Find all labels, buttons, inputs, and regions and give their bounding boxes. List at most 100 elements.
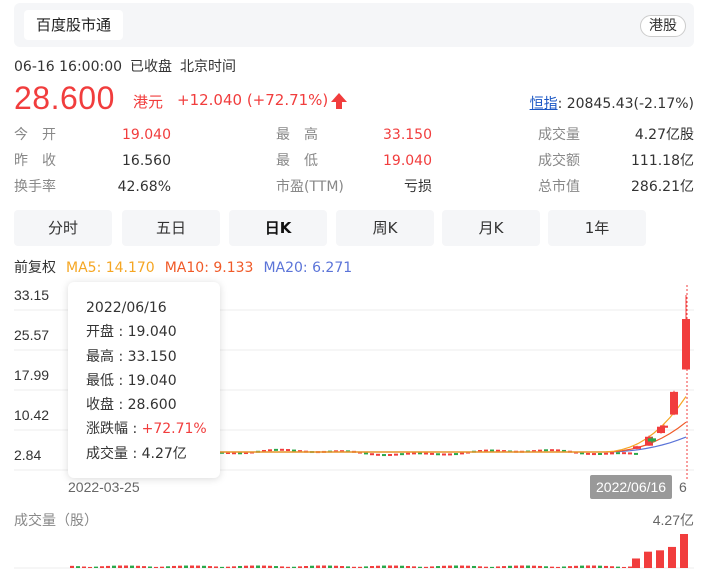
- stat-value: 33.150: [383, 127, 432, 143]
- stat-row: 成交额 111.18亿: [538, 148, 694, 174]
- tooltip-low: 最低 : 19.040: [86, 372, 177, 389]
- baseline-candle: [376, 453, 380, 456]
- tab-five-day[interactable]: 五日: [122, 210, 220, 246]
- stat-row: 今 开 19.040: [14, 122, 171, 148]
- volume-bar: [376, 565, 380, 568]
- baseline-candle: [586, 452, 590, 455]
- tab-monthly-k[interactable]: 月K: [442, 210, 540, 246]
- volume-bar: [454, 565, 458, 568]
- volume-title: 成交量（股）: [14, 513, 98, 529]
- volume-bar: [142, 566, 146, 568]
- stat-value: 16.560: [122, 153, 171, 169]
- volume-bar: [604, 565, 608, 568]
- volume-bar: [680, 534, 688, 568]
- stat-label: 市盈(TTM): [276, 179, 344, 195]
- y-tick: 2.84: [14, 447, 42, 463]
- baseline-candle: [610, 452, 614, 455]
- baseline-candle: [616, 452, 620, 455]
- baseline-candle: [388, 453, 392, 456]
- status-row: 06-16 16:00:00 已收盘 北京时间: [14, 56, 244, 76]
- stat-row: 昨 收 16.560: [14, 148, 171, 174]
- volume-bar: [442, 565, 446, 568]
- tooltip-change-label: 涨跌幅 :: [86, 421, 142, 438]
- volume-bar: [70, 565, 74, 568]
- volume-bar: [196, 565, 200, 568]
- volume-bar: [256, 565, 260, 568]
- stat-label: 最 低: [276, 153, 318, 169]
- ma10-value: MA10: 9.133: [164, 260, 254, 276]
- volume-bar: [520, 565, 524, 568]
- baseline-candle: [418, 452, 422, 455]
- volume-bar: [448, 565, 452, 568]
- baseline-candle: [448, 453, 452, 456]
- tab-baidu-stock[interactable]: 百度股市通: [24, 10, 124, 40]
- y-tick: 17.99: [14, 367, 50, 383]
- volume-bar: [358, 566, 362, 568]
- volume-bar: [316, 565, 320, 568]
- volume-bar: [100, 566, 104, 568]
- volume-chart: [14, 534, 694, 569]
- volume-bar: [466, 565, 470, 568]
- volume-bar: [514, 565, 518, 568]
- x-selected-date: 2022/06/16: [590, 475, 673, 499]
- volume-bar: [538, 565, 542, 568]
- market-badge[interactable]: 港股: [640, 15, 686, 37]
- volume-bar: [202, 565, 206, 568]
- volume-bar: [322, 565, 326, 568]
- volume-bar: [148, 566, 152, 568]
- volume-bar: [388, 565, 392, 568]
- baseline-candle: [592, 453, 596, 456]
- volume-bar: [550, 566, 554, 568]
- baseline-candle: [622, 452, 626, 455]
- stat-value: 111.18亿: [631, 153, 694, 169]
- volume-bar: [656, 550, 664, 568]
- hang-seng-index[interactable]: 恒指: 20845.43(-2.17%): [530, 93, 694, 113]
- baseline-candle: [430, 452, 434, 455]
- tab-weekly-k[interactable]: 周K: [336, 210, 434, 246]
- baseline-candle: [460, 452, 464, 455]
- volume-bar: [556, 566, 560, 568]
- baseline-candle: [454, 453, 458, 456]
- baseline-candle: [286, 449, 290, 452]
- volume-bar: [418, 566, 422, 568]
- price-change: +12.040 (+72.71%): [177, 91, 329, 109]
- current-price: 28.600: [14, 80, 115, 116]
- baseline-candle: [634, 452, 638, 455]
- stat-label: 换手率: [14, 179, 56, 195]
- volume-bar: [118, 565, 122, 568]
- volume-bar: [280, 566, 284, 568]
- tab-one-year[interactable]: 1年: [548, 210, 646, 246]
- volume-bar: [340, 566, 344, 568]
- baseline-candle: [268, 449, 272, 452]
- tab-daily-k[interactable]: 日K: [229, 210, 327, 246]
- volume-bar: [244, 565, 248, 568]
- baseline-candle: [382, 454, 386, 457]
- volume-bar: [238, 565, 242, 568]
- volume-bar: [632, 558, 640, 568]
- tooltip-high: 最高 : 33.150: [86, 348, 177, 365]
- kline-tooltip: 2022/06/16 开盘 : 19.040 最高 : 33.150 最低 : …: [68, 282, 220, 478]
- ma20-value: MA20: 6.271: [263, 260, 353, 276]
- index-label[interactable]: 恒指: [530, 96, 558, 112]
- candle-body: [670, 391, 678, 415]
- volume-bar: [610, 566, 614, 568]
- volume-bar: [82, 566, 86, 568]
- stat-row: 成交量 4.27亿股: [538, 122, 694, 148]
- candle-body: [682, 319, 690, 370]
- volume-bar: [586, 565, 590, 568]
- y-tick: 10.42: [14, 407, 50, 423]
- stat-label: 总市值: [538, 179, 580, 195]
- volume-bar: [628, 566, 632, 568]
- x-start-date: 2022-03-25: [68, 479, 140, 495]
- volume-bar: [544, 566, 548, 568]
- volume-bar: [508, 565, 512, 568]
- stat-label: 今 开: [14, 127, 56, 143]
- volume-bar: [460, 565, 464, 568]
- volume-bar: [292, 566, 296, 568]
- volume-bar: [304, 565, 308, 568]
- adjust-mode[interactable]: 前复权: [14, 260, 56, 276]
- volume-bar: [136, 565, 140, 568]
- volume-bar: [616, 566, 620, 568]
- tab-intraday[interactable]: 分时: [14, 210, 112, 246]
- top-tab-bar: 百度股市通 港股: [14, 3, 694, 47]
